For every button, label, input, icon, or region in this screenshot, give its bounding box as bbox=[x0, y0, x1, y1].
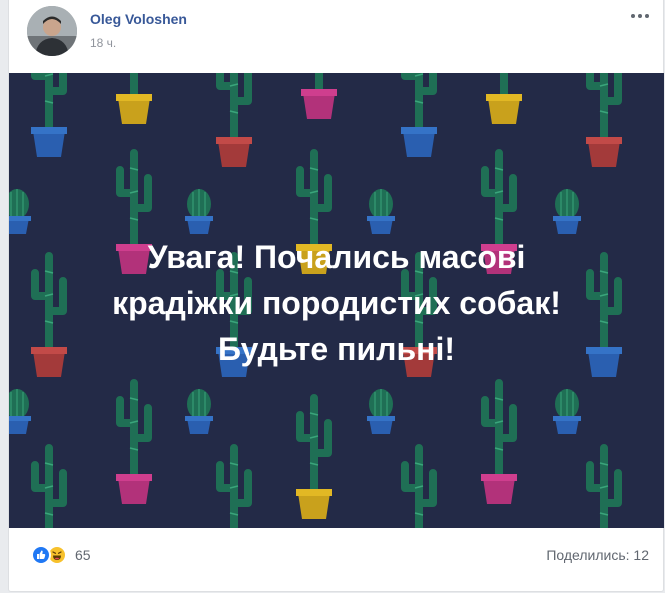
post-text-line: Увага! Почались масові bbox=[147, 239, 526, 275]
post-text: Увага! Почались масові крадіжки породист… bbox=[9, 234, 664, 372]
shares-count[interactable]: Поделились: 12 bbox=[546, 547, 649, 563]
reaction-count[interactable]: 65 bbox=[75, 547, 91, 563]
more-dot-icon bbox=[638, 14, 642, 18]
post-text-line: Будьте пильні! bbox=[218, 331, 455, 367]
post-header: Oleg Voloshen 18 ч. bbox=[9, 0, 663, 72]
more-options-button[interactable] bbox=[627, 8, 653, 24]
like-icon[interactable] bbox=[31, 545, 51, 565]
post-text-line: крадіжки породистих собак! bbox=[112, 285, 561, 321]
post-card: Oleg Voloshen 18 ч. Увага! Почались масо… bbox=[8, 0, 664, 592]
post-footer: 65 Поделились: 12 bbox=[9, 528, 663, 584]
more-dot-icon bbox=[631, 14, 635, 18]
author-avatar[interactable] bbox=[27, 6, 77, 56]
author-name[interactable]: Oleg Voloshen bbox=[90, 11, 187, 27]
post-timestamp[interactable]: 18 ч. bbox=[90, 36, 116, 50]
more-dot-icon bbox=[645, 14, 649, 18]
